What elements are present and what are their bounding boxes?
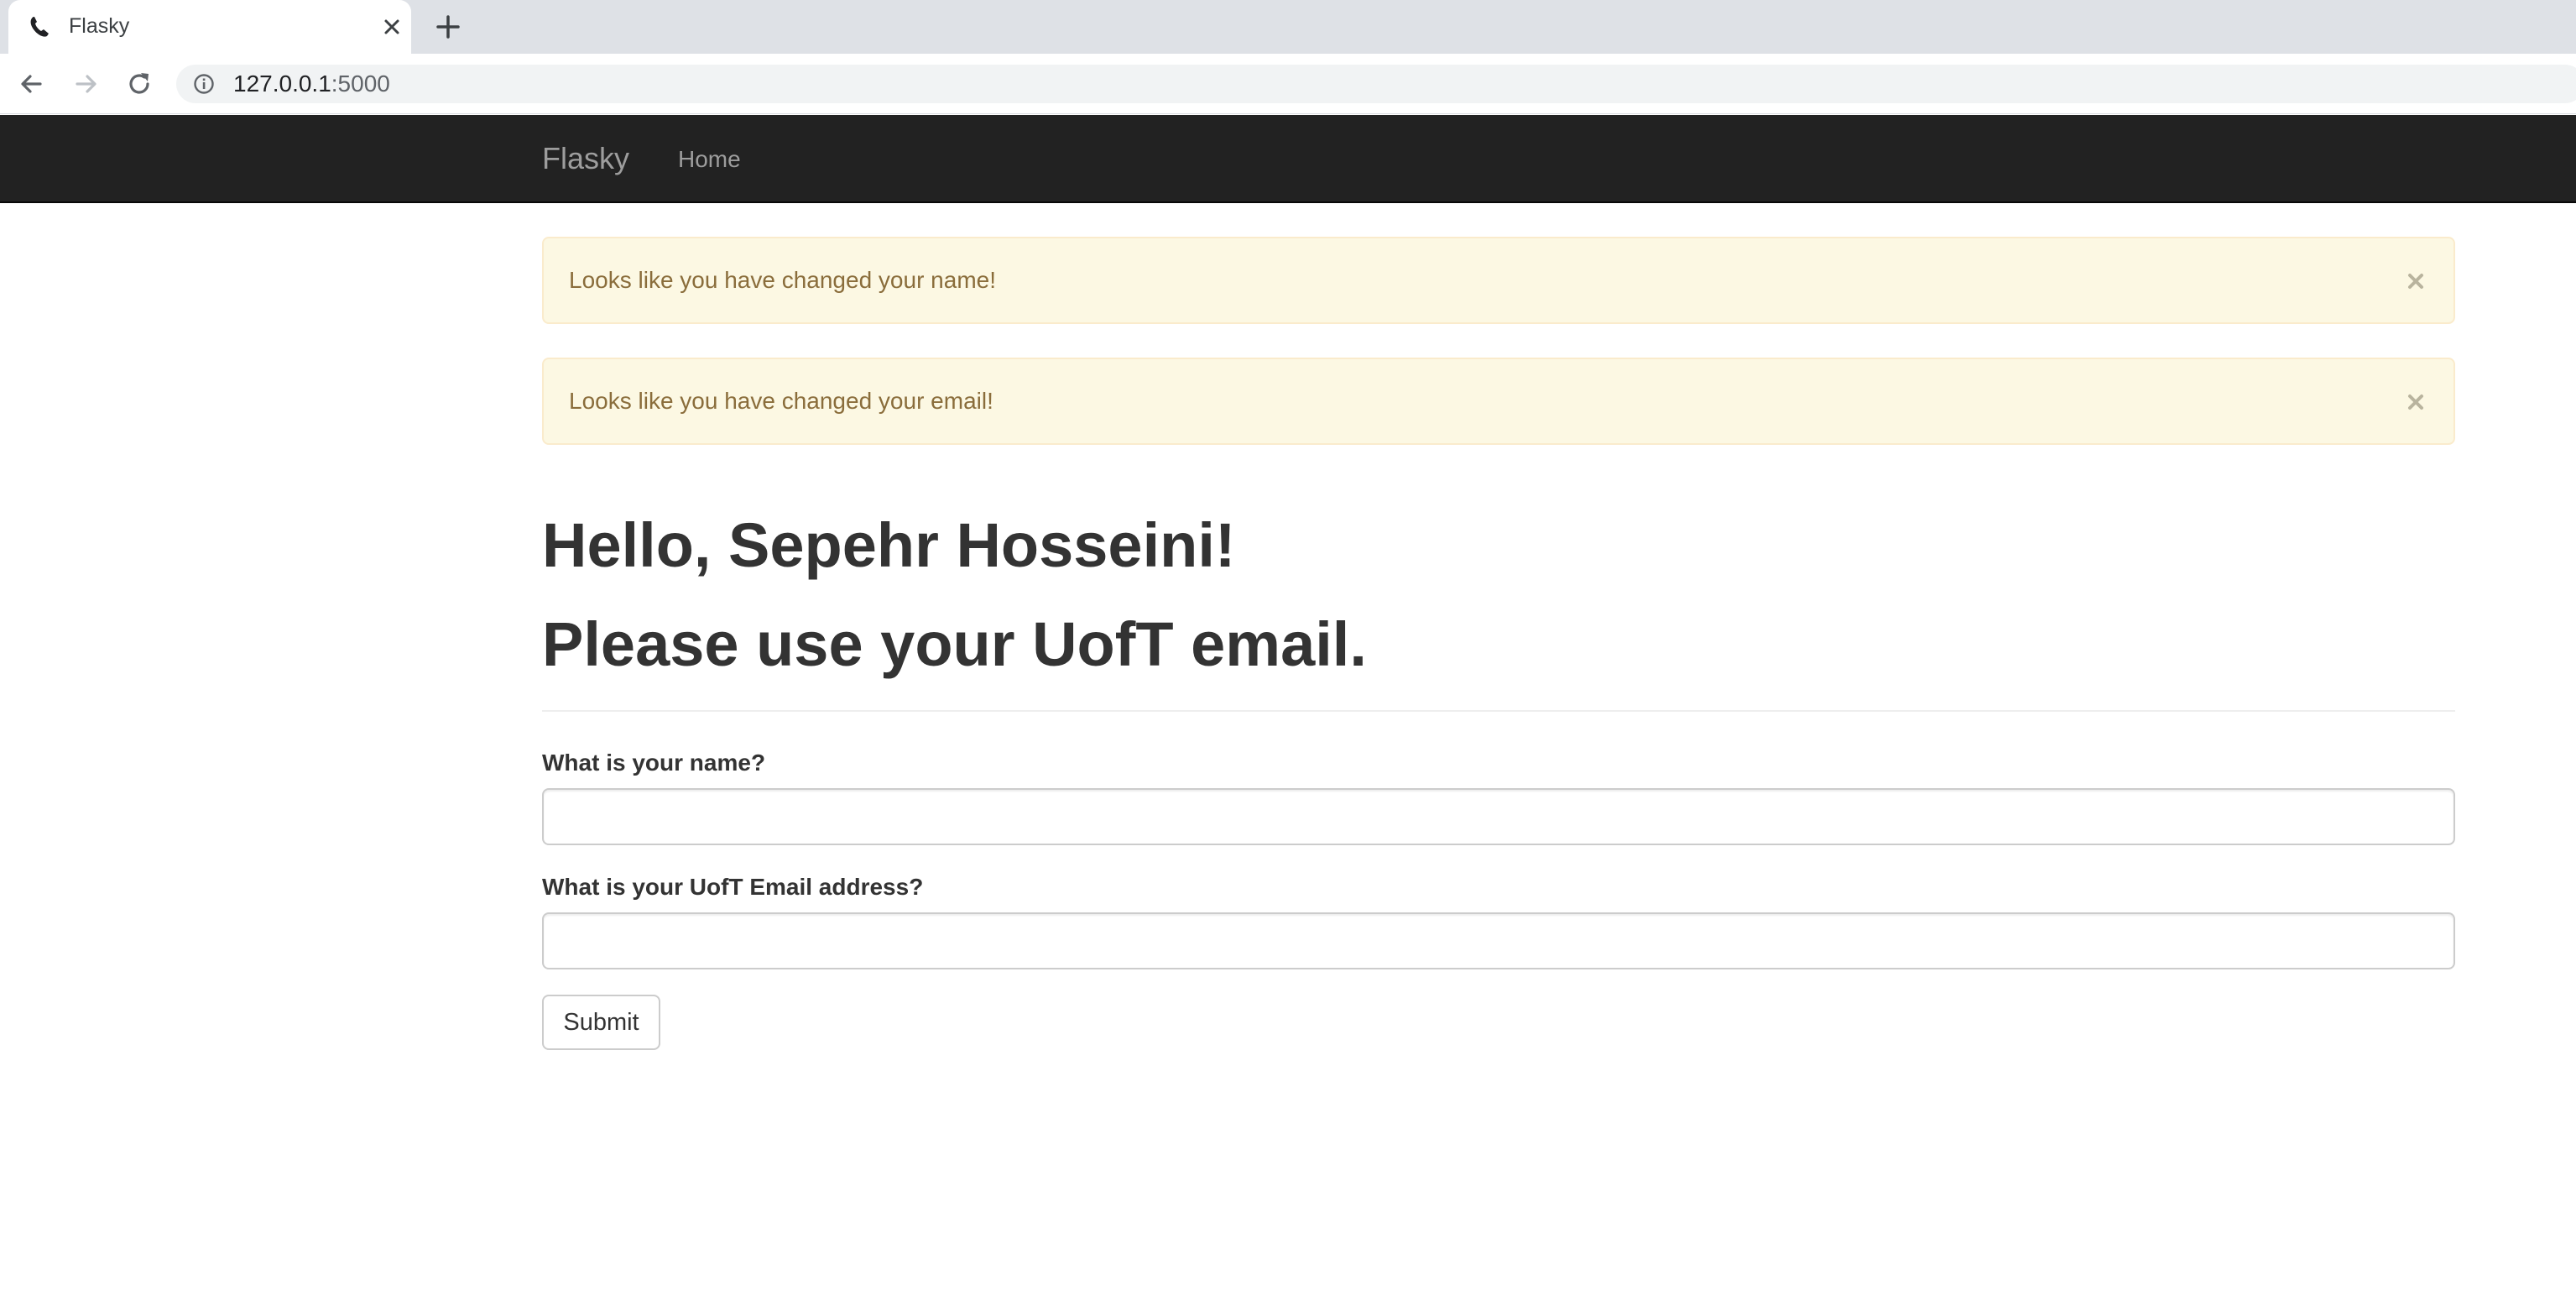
- notice-heading: Please use your UofT email.: [542, 609, 1367, 679]
- submit-button[interactable]: Submit: [542, 995, 660, 1050]
- alert-message: Looks like you have changed your email!: [569, 388, 993, 414]
- flash-alert-name: Looks like you have changed your name!: [542, 237, 2455, 324]
- greeting-heading: Hello, Sepehr Hosseini!: [542, 510, 1236, 580]
- phone-icon: [30, 17, 49, 37]
- navbar-brand[interactable]: Flasky: [542, 142, 629, 175]
- close-icon[interactable]: [2403, 389, 2428, 415]
- email-label: What is your UofT Email address?: [542, 874, 924, 900]
- close-icon[interactable]: [2403, 269, 2428, 294]
- flash-alert-email: Looks like you have changed your email!: [542, 358, 2455, 445]
- url-port: :5000: [331, 71, 390, 97]
- browser-tab[interactable]: Flasky: [8, 0, 411, 54]
- tab-title: Flasky: [69, 14, 130, 38]
- email-input[interactable]: [542, 912, 2455, 969]
- alert-message: Looks like you have changed your name!: [569, 267, 996, 293]
- nav-link-home[interactable]: Home: [678, 145, 741, 174]
- browser-tabstrip: Flasky: [0, 0, 2576, 54]
- address-bar[interactable]: 127.0.0.1:5000: [176, 65, 2576, 103]
- plus-icon[interactable]: [431, 10, 465, 44]
- site-navbar: Flasky Home: [0, 115, 2576, 203]
- url-host: 127.0.0.1: [233, 71, 331, 97]
- name-input[interactable]: [542, 788, 2455, 845]
- arrow-right-icon[interactable]: [69, 67, 102, 101]
- url-text: 127.0.0.1:5000: [233, 70, 390, 98]
- arrow-left-icon[interactable]: [15, 67, 49, 101]
- info-icon[interactable]: [193, 73, 215, 95]
- browser-toolbar: 127.0.0.1:5000: [0, 54, 2576, 114]
- close-icon[interactable]: [378, 13, 406, 41]
- reload-icon[interactable]: [123, 67, 156, 101]
- page-divider: [542, 710, 2455, 712]
- name-label: What is your name?: [542, 750, 766, 776]
